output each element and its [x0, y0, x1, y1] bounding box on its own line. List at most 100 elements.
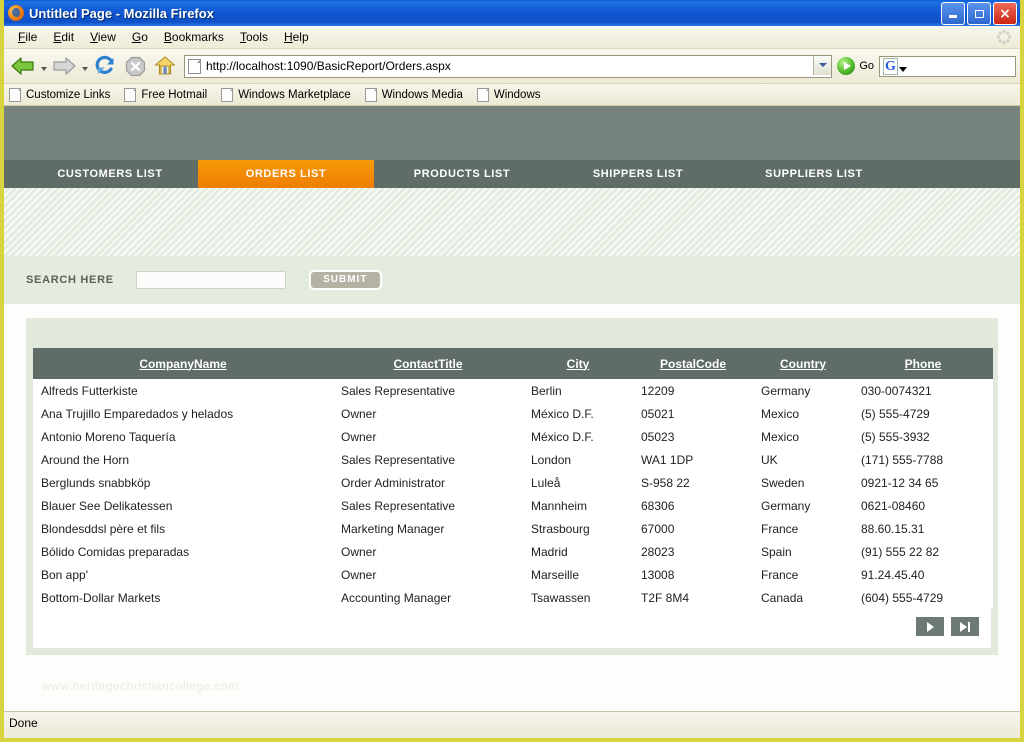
bookmark-label: Customize Links [26, 89, 110, 101]
chevron-down-icon [899, 67, 907, 72]
pager-last-button[interactable] [951, 617, 979, 636]
banner-stripe-area [4, 188, 1020, 256]
site-search-input[interactable] [136, 271, 286, 289]
tab-customers-list[interactable]: CUSTOMERS LIST [22, 160, 198, 188]
pager-next-button[interactable] [916, 617, 944, 636]
cell-phone: 0621-08460 [853, 494, 993, 517]
reload-icon [94, 55, 116, 77]
cell-companyname: Alfreds Futterkiste [33, 379, 333, 402]
restore-icon [975, 10, 984, 18]
forward-button[interactable] [49, 52, 79, 80]
sort-link[interactable]: PostalCode [660, 357, 726, 371]
column-header-contacttitle[interactable]: ContactTitle [333, 348, 523, 379]
column-header-phone[interactable]: Phone [853, 348, 993, 379]
forward-history-dropdown[interactable] [79, 52, 90, 80]
window-title-page: Untitled Page [29, 6, 112, 21]
table-row: Around the Horn Sales Representative Lon… [33, 448, 993, 471]
firefox-logo-icon [8, 5, 24, 21]
sort-link[interactable]: ContactTitle [393, 357, 462, 371]
back-history-dropdown[interactable] [38, 52, 49, 80]
tab-suppliers-list[interactable]: SUPPLIERS LIST [726, 160, 902, 188]
search-form: SEARCH HERE SUBMIT [4, 256, 1020, 304]
menu-tools[interactable]: Tools [232, 28, 276, 46]
minimize-button[interactable] [941, 2, 965, 25]
menu-help[interactable]: Help [276, 28, 317, 46]
home-button[interactable] [150, 52, 180, 80]
bookmark-customize-links[interactable]: Customize Links [9, 88, 110, 102]
go-label[interactable]: Go [859, 60, 874, 72]
bookmark-label: Windows Media [382, 89, 463, 101]
table-row: Antonio Moreno Taquería Owner México D.F… [33, 425, 993, 448]
bookmark-windows[interactable]: Windows [477, 88, 541, 102]
bookmark-page-icon [9, 88, 21, 102]
cell-companyname: Bottom-Dollar Markets [33, 586, 333, 609]
column-header-postalcode[interactable]: PostalCode [633, 348, 753, 379]
close-button[interactable]: × [993, 2, 1017, 25]
google-search-engine-icon[interactable]: G [883, 58, 898, 75]
cell-country: Spain [753, 540, 853, 563]
sort-link[interactable]: City [567, 357, 590, 371]
cell-contacttitle: Owner [333, 540, 523, 563]
address-bar-dropdown[interactable] [813, 56, 831, 75]
table-row: Berglunds snabbköp Order Administrator L… [33, 471, 993, 494]
cell-country: Sweden [753, 471, 853, 494]
go-button[interactable] [837, 57, 855, 75]
column-header-companyname[interactable]: CompanyName [33, 348, 333, 379]
maximize-button[interactable] [967, 2, 991, 25]
tab-shippers-list[interactable]: SHIPPERS LIST [550, 160, 726, 188]
table-row: Ana Trujillo Emparedados y helados Owner… [33, 402, 993, 425]
tab-orders-list[interactable]: ORDERS LIST [198, 160, 374, 188]
address-bar[interactable]: http://localhost:1090/BasicReport/Orders… [184, 55, 832, 78]
cell-phone: (604) 555-4729 [853, 586, 993, 609]
tab-products-list[interactable]: PRODUCTS LIST [374, 160, 550, 188]
cell-companyname: Bon app' [33, 563, 333, 586]
site-nav-tabs: CUSTOMERS LIST ORDERS LIST PRODUCTS LIST… [4, 160, 1020, 188]
bookmark-windows-marketplace[interactable]: Windows Marketplace [221, 88, 350, 102]
sort-link[interactable]: Country [780, 357, 826, 371]
window-title-separator: - [112, 6, 124, 21]
stop-button[interactable] [120, 52, 150, 80]
browser-window: Untitled Page - Mozilla Firefox × FFilei… [0, 0, 1024, 742]
search-input[interactable] [907, 58, 1015, 74]
cell-contacttitle: Sales Representative [333, 448, 523, 471]
cell-contacttitle: Accounting Manager [333, 586, 523, 609]
status-text: Done [9, 716, 38, 730]
submit-button[interactable]: SUBMIT [309, 270, 382, 290]
page-viewport: CUSTOMERS LIST ORDERS LIST PRODUCTS LIST… [4, 106, 1020, 711]
menu-file[interactable]: FFileile [10, 28, 45, 46]
cell-postalcode: WA1 1DP [633, 448, 753, 471]
tab-label: CUSTOMERS LIST [57, 168, 162, 180]
menu-view[interactable]: View [82, 28, 124, 46]
back-button[interactable] [8, 52, 38, 80]
bookmark-windows-media[interactable]: Windows Media [365, 88, 463, 102]
bookmark-label: Free Hotmail [141, 89, 207, 101]
reload-button[interactable] [90, 52, 120, 80]
orders-grid: CompanyName ContactTitle City PostalCode… [33, 348, 993, 609]
next-page-icon [927, 622, 934, 632]
search-bar[interactable]: G [879, 56, 1016, 77]
sort-link[interactable]: CompanyName [139, 357, 226, 371]
cell-city: Strasbourg [523, 517, 633, 540]
cell-city: México D.F. [523, 425, 633, 448]
cell-country: Germany [753, 494, 853, 517]
column-header-country[interactable]: Country [753, 348, 853, 379]
flower-decoration-icon [996, 29, 1012, 45]
home-icon [154, 55, 176, 77]
window-title: Untitled Page - Mozilla Firefox [29, 6, 214, 21]
last-page-icon [960, 622, 970, 632]
sort-link[interactable]: Phone [905, 357, 942, 371]
table-row: Bottom-Dollar Markets Accounting Manager… [33, 586, 993, 609]
page-watermark: www.heritagechristiancollege.com [4, 655, 1020, 693]
cell-postalcode: 68306 [633, 494, 753, 517]
bookmark-page-icon [477, 88, 489, 102]
menu-edit[interactable]: Edit [45, 28, 82, 46]
menu-bookmarks[interactable]: Bookmarks [156, 28, 232, 46]
cell-phone: 0921-12 34 65 [853, 471, 993, 494]
tab-label: ORDERS LIST [246, 168, 327, 180]
bookmark-free-hotmail[interactable]: Free Hotmail [124, 88, 207, 102]
cell-companyname: Blauer See Delikatessen [33, 494, 333, 517]
column-header-city[interactable]: City [523, 348, 633, 379]
cell-postalcode: 12209 [633, 379, 753, 402]
tab-label: SUPPLIERS LIST [765, 168, 863, 180]
menu-go[interactable]: Go [124, 28, 156, 46]
